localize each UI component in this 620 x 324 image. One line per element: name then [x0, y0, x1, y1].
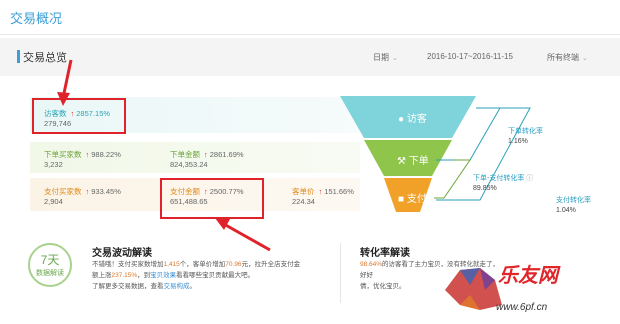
- stage-visit-label: 访客: [406, 114, 427, 125]
- watermark-brand: 乐友网: [498, 265, 558, 287]
- funnel-stage-order: ⚒ 下单: [397, 152, 429, 167]
- conversion-text: 倩，优化宝贝。: [360, 283, 406, 290]
- wave-text: 看看哪些宝贝贡献最大吧。: [176, 272, 255, 279]
- divider: [340, 243, 341, 303]
- conv-order-pay: 下单-支付转化率 ⓘ 89.85%: [473, 174, 533, 194]
- badge-number: 7天: [40, 253, 60, 267]
- wave-paragraph: 不错哦！支付买家数增加1,415个，客单价增加70.96元，拉升全店支付金 额上…: [92, 259, 342, 292]
- wave-text: ，到: [137, 272, 151, 279]
- red-arrow-head-bottom: [215, 218, 230, 230]
- funnel-stage-visit: ● 访客: [398, 110, 427, 125]
- funnel-stage-pay: ■ 支付: [398, 190, 427, 205]
- conv-pay-label: 支付转化率: [556, 197, 591, 204]
- seven-day-badge[interactable]: 7天 数据解读: [28, 243, 72, 287]
- wave-text: 个，客单价增加: [179, 261, 226, 268]
- wave-text: 了解更多交易数据，: [92, 283, 151, 290]
- conv-pay: 支付转化率 1.04%: [556, 196, 591, 216]
- wave-text: 元，拉升全店支付金: [241, 261, 301, 268]
- conv-bracket-3: [434, 159, 471, 199]
- hammer-icon: ⚒: [397, 156, 406, 167]
- conv-order-pay-value: 89.85%: [473, 185, 497, 192]
- item-effect-link[interactable]: 宝贝效果: [150, 272, 176, 279]
- wave-text: 不错哦！支付买家数增加: [92, 261, 164, 268]
- badge-sub: 数据解读: [36, 270, 64, 277]
- conv-pay-value: 1.04%: [556, 207, 576, 214]
- conv-order-pay-label: 下单-支付转化率: [473, 175, 525, 182]
- conv-order-value: 1.16%: [508, 138, 528, 145]
- watermark-url: www.6pf.cn: [496, 302, 548, 313]
- conversion-highlight: 98.64%: [360, 261, 383, 268]
- user-icon: ●: [398, 114, 405, 125]
- wave-highlight: 237.15%: [111, 272, 138, 279]
- stage-order-label: 下单: [408, 156, 429, 167]
- trade-composition-link[interactable]: 交易构成: [164, 283, 190, 290]
- help-icon[interactable]: ⓘ: [524, 175, 533, 182]
- card-icon: ■: [398, 194, 405, 205]
- wave-text: 查看: [150, 283, 164, 290]
- wave-text: 。: [189, 283, 197, 290]
- conversion-title: 转化率解读: [360, 248, 410, 259]
- conv-order-label: 下单转化率: [508, 128, 543, 135]
- conv-order: 下单转化率 1.16%: [508, 127, 543, 147]
- wave-highlight: 70.96: [225, 261, 242, 268]
- red-arrow-line-top: [61, 59, 73, 99]
- red-arrow-head-top: [57, 92, 70, 106]
- red-arrow-line-bottom: [221, 221, 271, 252]
- wave-title: 交易波动解读: [92, 248, 152, 259]
- wave-text: 额上涨: [92, 272, 112, 279]
- stage-pay-label: 支付: [406, 194, 427, 205]
- wave-highlight: 1,415: [163, 261, 180, 268]
